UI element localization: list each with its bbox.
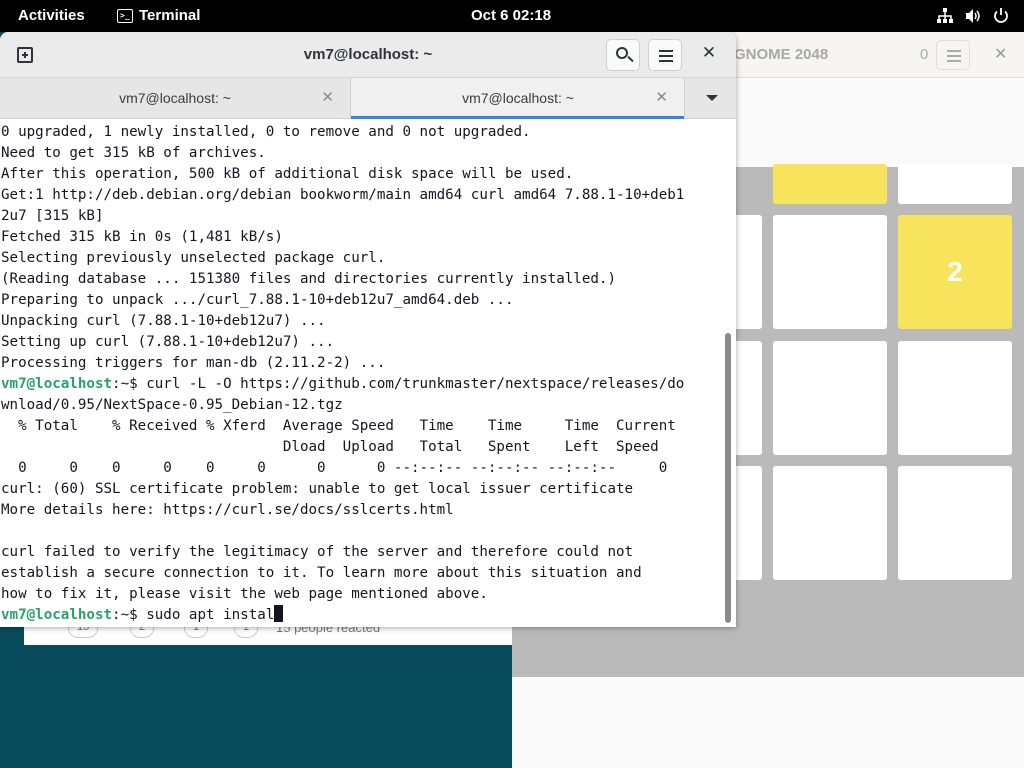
output-line: curl failed to verify the legitimacy of …: [1, 544, 634, 560]
network-icon: [936, 7, 954, 25]
terminal-menu-button[interactable]: [648, 39, 682, 71]
game-footer: [512, 677, 1024, 768]
output-line: Preparing to unpack .../curl_7.88.1-10+d…: [1, 292, 514, 308]
game-title: GNOME 2048: [734, 46, 829, 63]
search-button[interactable]: [606, 39, 640, 71]
game-close-button[interactable]: ✕: [994, 44, 1007, 64]
output-line: (Reading database ... 151380 files and d…: [1, 271, 616, 287]
output-line: how to fix it, please visit the web page…: [1, 586, 488, 602]
tab-label: vm7@localhost: ~: [462, 90, 574, 106]
game-tile: 2: [898, 215, 1012, 329]
tab-bar: vm7@localhost: ~ ✕ vm7@localhost: ~ ✕: [0, 78, 736, 119]
terminal-window: vm7@localhost: ~ ✕ vm7@localhost: ~ ✕ vm…: [0, 32, 736, 627]
output-line: curl: (60) SSL certificate problem: unab…: [1, 481, 634, 497]
game-tile: [773, 164, 887, 204]
game-tile: [898, 164, 1012, 204]
output-line: After this operation, 500 kB of addition…: [1, 166, 574, 182]
output-line: Fetched 315 kB in 0s (1,481 kB/s): [1, 229, 283, 245]
output-line: wnload/0.95/NextSpace-0.95_Debian-12.tgz: [1, 397, 343, 413]
terminal-output[interactable]: 0 upgraded, 1 newly installed, 0 to remo…: [0, 120, 722, 627]
tab-close-icon[interactable]: ✕: [655, 88, 668, 106]
terminal-icon: >_: [117, 8, 133, 23]
terminal-close-button[interactable]: ✕: [698, 43, 720, 63]
output-line: Dload Upload Total Spent Left Speed: [1, 439, 659, 455]
game-score: 0: [920, 46, 929, 63]
volume-icon: [964, 7, 982, 25]
power-icon: [992, 7, 1010, 25]
game-tile: [898, 466, 1012, 580]
game-tile: [898, 341, 1012, 455]
system-tray[interactable]: [936, 7, 1010, 25]
tab-2[interactable]: vm7@localhost: ~ ✕: [350, 78, 685, 119]
clock[interactable]: Oct 6 02:18: [471, 7, 551, 24]
text-cursor: [274, 605, 284, 622]
terminal-header-bar: vm7@localhost: ~ ✕: [0, 32, 736, 78]
tab-1[interactable]: vm7@localhost: ~ ✕: [0, 78, 350, 119]
active-tab-indicator: [351, 116, 685, 119]
top-bar: Activities >_ Terminal Oct 6 02:18: [0, 0, 1024, 32]
prompt-user: vm7@localhost: [1, 607, 113, 623]
search-icon: [616, 47, 628, 59]
output-line: 0 upgraded, 1 newly installed, 0 to remo…: [1, 124, 531, 140]
command-text: :~$ curl -L -O https://github.com/trunkm…: [112, 376, 685, 392]
tab-close-icon[interactable]: ✕: [321, 88, 334, 106]
output-line: Setting up curl (7.88.1-10+deb12u7) ...: [1, 334, 335, 350]
output-line: 2u7 [315 kB]: [1, 208, 104, 224]
output-line: Selecting previously unselected package …: [1, 250, 386, 266]
game-tile: [773, 341, 887, 455]
command-input[interactable]: :~$ sudo apt instal: [112, 607, 274, 623]
scrollbar-thumb[interactable]: [725, 333, 731, 623]
output-line: % Total % Received % Xferd Average Speed…: [1, 418, 676, 434]
output-line: Get:1 http://deb.debian.org/debian bookw…: [1, 187, 685, 203]
app-name: Terminal: [139, 7, 201, 24]
game-menu-button[interactable]: [936, 40, 970, 70]
prompt-user: vm7@localhost: [1, 376, 113, 392]
tab-list-dropdown[interactable]: [684, 78, 736, 119]
activities-button[interactable]: Activities: [18, 7, 85, 24]
output-line: Unpacking curl (7.88.1-10+deb12u7) ...: [1, 313, 326, 329]
chevron-down-icon: [706, 95, 718, 101]
tab-label: vm7@localhost: ~: [119, 90, 231, 106]
output-line: Need to get 315 kB of archives.: [1, 145, 266, 161]
output-line: establish a secure connection to it. To …: [1, 565, 642, 581]
game-tile: [773, 466, 887, 580]
scrollbar[interactable]: [722, 120, 736, 627]
output-line: 0 0 0 0 0 0 0 0 --:--:-- --:--:-- --:--:…: [1, 460, 668, 476]
output-line: Processing triggers for man-db (2.11.2-2…: [1, 355, 386, 371]
app-menu[interactable]: >_ Terminal: [117, 7, 200, 24]
output-line: More details here: https://curl.se/docs/…: [1, 502, 454, 518]
game-tile: [773, 215, 887, 329]
